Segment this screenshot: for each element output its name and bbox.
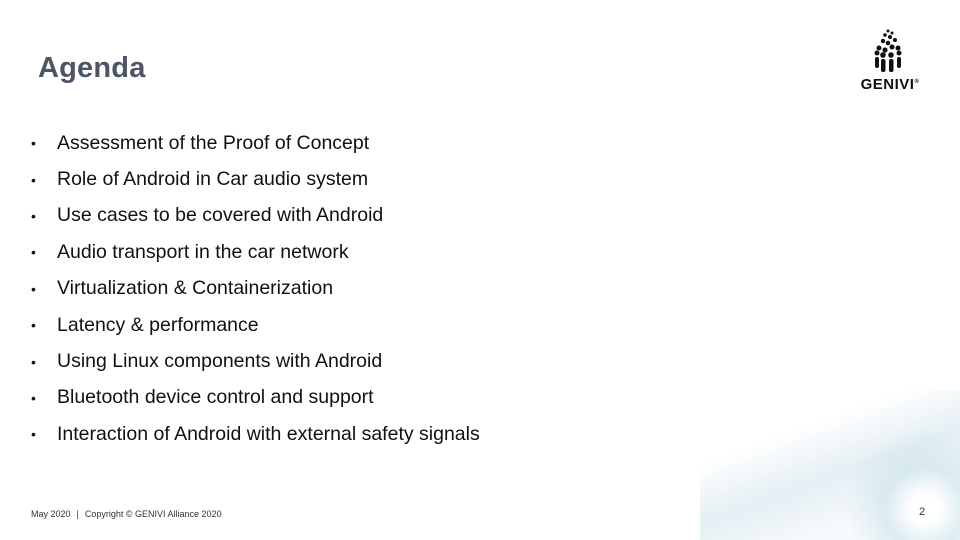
bullet: • — [31, 280, 36, 297]
footer-date: May 2020 — [31, 509, 71, 519]
agenda-item: • Assessment of the Proof of Concept — [31, 131, 370, 154]
bullet: • — [31, 426, 36, 443]
slide-title: Agenda — [38, 52, 146, 84]
genivi-wordmark: GENIVI® — [860, 76, 920, 93]
agenda-item: • Interaction of Android with external sa… — [31, 422, 480, 445]
bullet: • — [31, 207, 36, 224]
bullet: • — [31, 171, 36, 188]
bullet: • — [31, 389, 36, 406]
agenda-item: • Audio transport in the car network — [31, 240, 349, 263]
slide: Agenda GENIVI® • Assessment of the Proof… — [0, 0, 960, 540]
footer-separator: | — [76, 509, 79, 519]
bullet: • — [31, 135, 36, 152]
genivi-logo: GENIVI® — [848, 28, 932, 94]
bullet: • — [31, 244, 36, 261]
agenda-item: • Virtualization & Containerization — [31, 277, 334, 300]
agenda-item: • Role of Android in Car audio system — [31, 168, 369, 191]
bullet: • — [31, 317, 36, 334]
genivi-people-icon — [874, 29, 902, 72]
page-number: 2 — [919, 506, 926, 518]
agenda-item: • Latency & performance — [31, 313, 259, 336]
agenda-item: • Bluetooth device control and support — [31, 386, 374, 409]
bullet: • — [31, 353, 36, 370]
agenda-item: • Use cases to be covered with Android — [31, 204, 384, 227]
agenda-item: • Using Linux components with Android — [31, 350, 383, 373]
agenda-list: • Assessment of the Proof of Concept • Rol… — [30, 125, 480, 453]
footer-copyright: Copyright © GENIVI Alliance 2020 — [84, 509, 222, 519]
footer: May 2020 | Copyright © GENIVI Alliance 202… — [31, 509, 222, 519]
